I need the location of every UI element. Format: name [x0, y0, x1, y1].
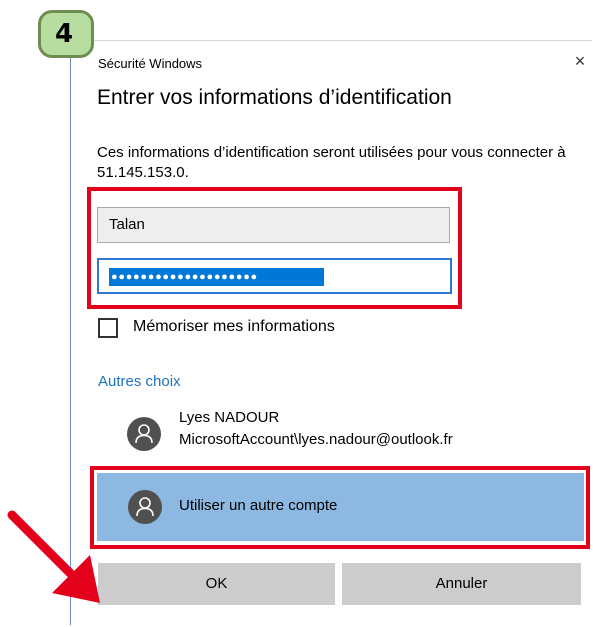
use-other-account-label: Utiliser un autre compte — [179, 497, 338, 514]
account-name: Lyes NADOUR — [179, 409, 280, 426]
dialog-description: Ces informations d’identification seront… — [97, 144, 566, 181]
person-icon — [128, 490, 162, 524]
username-field[interactable]: Talan — [97, 207, 450, 243]
red-arrow-icon — [7, 510, 100, 603]
cancel-button[interactable]: Annuler — [342, 563, 581, 605]
dialog-heading: Entrer vos informations d’identification — [97, 86, 452, 109]
remember-checkbox[interactable] — [98, 318, 118, 338]
step-number-badge: 4 — [38, 10, 94, 58]
password-field[interactable]: ●●●●●●●●●●●●●●●●●●●● — [97, 258, 452, 294]
use-other-account-option[interactable]: Utiliser un autre compte — [97, 473, 584, 541]
screenshot-canvas: 4 Sécurité Windows × Entrer vos informat… — [0, 0, 593, 627]
account-option-lyes-nadour[interactable]: Lyes NADOUR MicrosoftAccount\lyes.nadour… — [97, 405, 584, 457]
person-icon — [127, 417, 161, 451]
account-identifier: MicrosoftAccount\lyes.nadour@outlook.fr — [179, 431, 453, 448]
other-choices-heading: Autres choix — [98, 373, 181, 390]
window-title: Sécurité Windows — [98, 56, 203, 71]
remember-label[interactable]: Mémoriser mes informations — [133, 318, 335, 336]
ok-button[interactable]: OK — [98, 563, 335, 605]
password-selected-text: ●●●●●●●●●●●●●●●●●●●● — [109, 268, 324, 286]
close-icon[interactable]: × — [569, 50, 591, 72]
